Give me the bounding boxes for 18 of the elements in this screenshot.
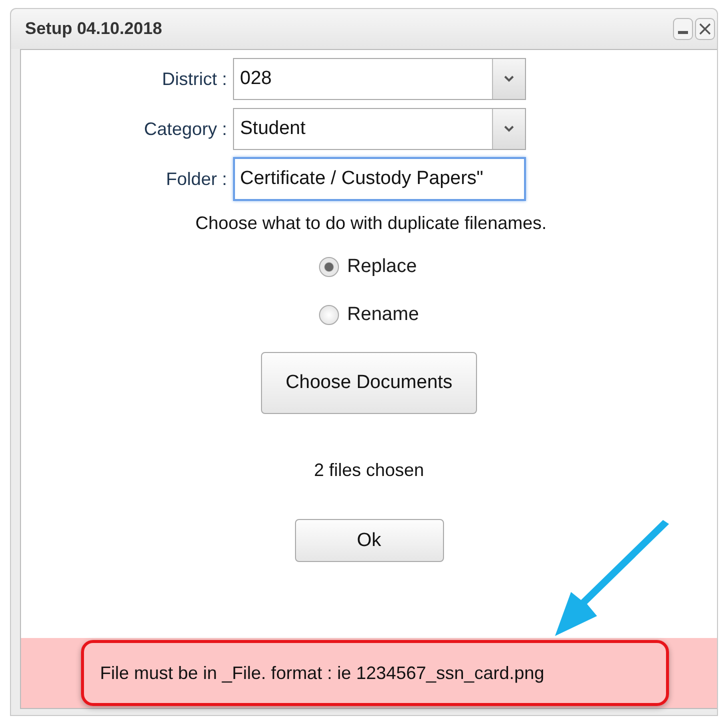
choose-documents-button[interactable]: Choose Documents: [261, 352, 477, 414]
radio-option[interactable]: Rename: [319, 302, 419, 328]
minimize-icon[interactable]: [673, 18, 693, 40]
status-text: 2 files chosen: [314, 460, 424, 481]
dropdown[interactable]: 028: [233, 58, 526, 100]
dropdown[interactable]: Student: [233, 108, 526, 150]
field-label: Category :: [142, 118, 228, 140]
field-label: Folder :: [164, 168, 228, 190]
close-icon[interactable]: [695, 18, 715, 40]
error-message: File must be in _File. format : ie 1234567_ssn_card.png: [81, 640, 669, 706]
field-label: District :: [161, 68, 228, 90]
input-field[interactable]: Certificate / Custody Papers": [233, 157, 526, 201]
window-title: Setup 04.10.2018: [25, 19, 162, 39]
caret-icon: [503, 125, 515, 133]
radio-option[interactable]: Replace: [319, 254, 419, 280]
instruction-text: Choose what to do with duplicate filenames.: [194, 213, 547, 234]
ok-button[interactable]: Ok: [294, 519, 444, 562]
caret-icon: [503, 75, 515, 83]
